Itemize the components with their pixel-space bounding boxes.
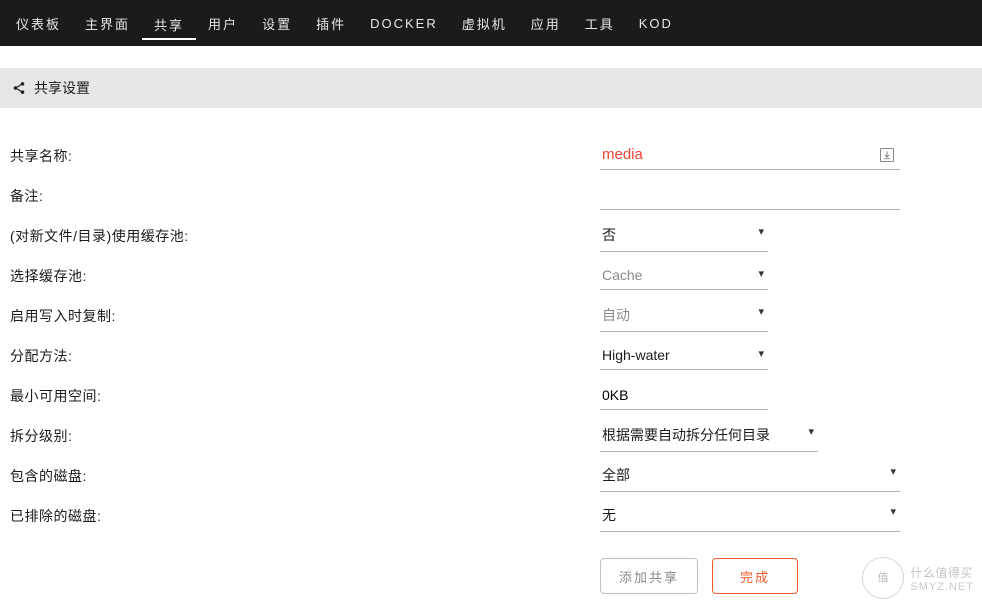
cow-label: 启用写入时复制: <box>10 306 600 326</box>
comment-input[interactable] <box>600 183 900 210</box>
split-label: 拆分级别: <box>10 426 600 446</box>
use-cache-label: (对新文件/目录)使用缓存池: <box>10 226 600 246</box>
section-header: 共享设置 <box>0 68 982 108</box>
section-title: 共享设置 <box>34 78 90 98</box>
done-button[interactable]: 完成 <box>712 558 798 594</box>
keyboard-hint-icon <box>880 148 894 162</box>
excluded-label: 已排除的磁盘: <box>10 506 600 526</box>
nav-users[interactable]: 用户 <box>196 8 250 39</box>
add-share-button[interactable]: 添加共享 <box>600 558 698 594</box>
cache-pool-label: 选择缓存池: <box>10 266 600 286</box>
nav-plugins[interactable]: 插件 <box>304 8 358 39</box>
use-cache-select[interactable]: 否 <box>600 221 768 252</box>
watermark: 值 什么值得买 SMYZ.NET <box>854 551 982 605</box>
alloc-label: 分配方法: <box>10 346 600 366</box>
nav-settings[interactable]: 设置 <box>250 8 304 39</box>
watermark-line1: 什么值得买 <box>910 564 974 581</box>
share-settings-form: 共享名称: 备注: (对新文件/目录)使用缓存池: 否 选择缓存池: Cache… <box>0 108 982 594</box>
nav-kod[interactable]: KOD <box>627 10 685 37</box>
nav-main[interactable]: 主界面 <box>73 8 142 39</box>
share-icon <box>12 81 26 95</box>
included-select[interactable]: 全部 <box>600 461 900 492</box>
share-name-input[interactable] <box>600 142 900 170</box>
top-nav: 仪表板 主界面 共享 用户 设置 插件 DOCKER 虚拟机 应用 工具 KOD <box>0 0 982 46</box>
alloc-select[interactable]: High-water <box>600 343 768 370</box>
watermark-badge-icon: 值 <box>862 557 904 599</box>
excluded-select[interactable]: 无 <box>600 501 900 532</box>
cache-pool-select[interactable]: Cache <box>600 263 768 290</box>
min-free-label: 最小可用空间: <box>10 386 600 406</box>
min-free-input[interactable] <box>600 383 768 410</box>
nav-dashboard[interactable]: 仪表板 <box>4 8 73 39</box>
nav-vms[interactable]: 虚拟机 <box>450 8 519 39</box>
included-label: 包含的磁盘: <box>10 466 600 486</box>
watermark-line2: SMYZ.NET <box>910 581 974 593</box>
cow-select[interactable]: 自动 <box>600 301 768 332</box>
nav-tools[interactable]: 工具 <box>573 8 627 39</box>
comment-label: 备注: <box>10 186 600 206</box>
split-select[interactable]: 根据需要自动拆分任何目录 <box>600 421 818 452</box>
nav-shares[interactable]: 共享 <box>142 9 196 40</box>
nav-apps[interactable]: 应用 <box>519 8 573 39</box>
nav-docker[interactable]: DOCKER <box>358 10 450 37</box>
share-name-label: 共享名称: <box>10 146 600 166</box>
